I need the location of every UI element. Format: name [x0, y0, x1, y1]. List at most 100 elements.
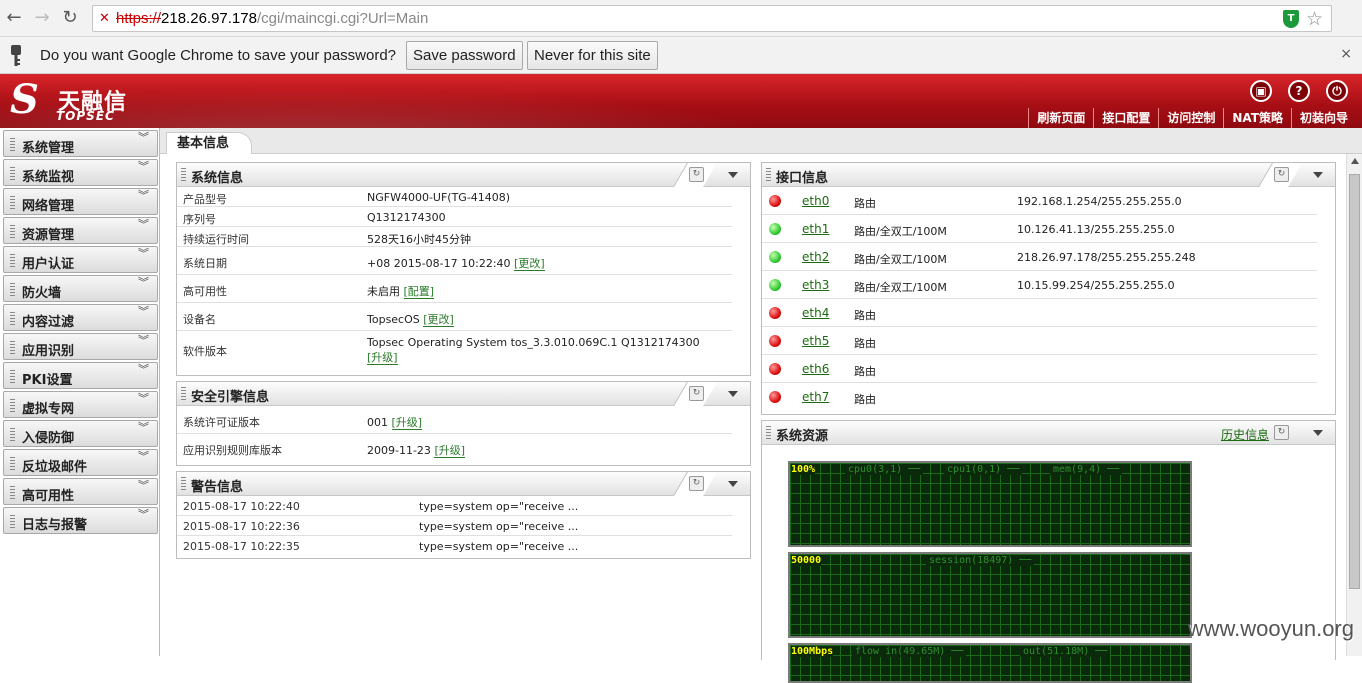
sidebar-item-label: 反垃圾邮件 — [22, 460, 88, 475]
nav-interface-config[interactable]: 接口配置 — [1093, 108, 1158, 128]
history-info-link[interactable]: 历史信息 — [1221, 426, 1269, 443]
reload-icon[interactable]: ↻ — [60, 8, 80, 28]
logo-text-en: TOPSEC — [56, 109, 115, 123]
alarm-row[interactable]: 2015-08-17 10:22:36 type=system op="recei… — [177, 516, 732, 536]
panel-header: 系统资源 历史信息 ↻ — [762, 421, 1335, 445]
upgrade-license-link[interactable]: [升级] — [391, 416, 423, 430]
table-row: 系统日期 +08 2015-08-17 10:22:40 [更改] — [177, 247, 732, 275]
help-icon[interactable]: ? — [1288, 80, 1310, 102]
back-icon[interactable]: ← — [4, 8, 24, 28]
row-value-text: TopsecOS — [367, 313, 424, 326]
interface-link[interactable]: eth7 — [802, 390, 829, 404]
extension-shield-icon[interactable]: T — [1283, 10, 1299, 28]
interface-row: eth7 路由 — [762, 383, 1317, 411]
interface-link[interactable]: eth4 — [802, 306, 829, 320]
upgrade-rules-link[interactable]: [升级] — [434, 444, 466, 458]
sidebar-item-pki-settings[interactable]: PKI设置 ︾ — [3, 362, 158, 389]
url-protocol: https:// — [116, 10, 162, 27]
interface-link[interactable]: eth1 — [802, 222, 829, 236]
graph-max-label: 50000 — [791, 555, 822, 566]
address-bar[interactable]: ✕ https://218.26.97.178/cgi/maincgi.cgi?… — [92, 5, 1332, 32]
sidebar-item-system-management[interactable]: 系统管理 ︾ — [3, 130, 158, 157]
sidebar-item-logs-alarms[interactable]: 日志与报警 ︾ — [3, 507, 158, 534]
app-header: S 天融信 TOPSEC ▣ ? ⏻ 刷新页面 接口配置 访问控制 NAT策略 … — [0, 74, 1362, 128]
interface-link[interactable]: eth2 — [802, 250, 829, 264]
alarm-rows: 2015-08-17 10:22:40 type=system op="recei… — [177, 496, 732, 556]
interface-mode: 路由/全双工/100M — [854, 225, 947, 238]
refresh-icon[interactable]: ↻ — [689, 476, 704, 491]
collapse-icon[interactable] — [728, 172, 738, 178]
refresh-icon[interactable]: ↻ — [1274, 425, 1289, 440]
row-key: 软件版本 — [183, 345, 227, 358]
sidebar-item-system-monitor[interactable]: 系统监视 ︾ — [3, 159, 158, 186]
change-device-name-link[interactable]: [更改] — [423, 313, 454, 327]
save-password-button[interactable]: Save password — [406, 41, 523, 70]
url-text[interactable]: https://218.26.97.178/cgi/maincgi.cgi?Ur… — [116, 10, 428, 27]
nav-refresh-page[interactable]: 刷新页面 — [1028, 108, 1093, 128]
collapse-icon[interactable] — [728, 481, 738, 487]
sidebar-item-network-management[interactable]: 网络管理 ︾ — [3, 188, 158, 215]
nav-access-control[interactable]: 访问控制 — [1158, 108, 1223, 128]
row-key: 序列号 — [183, 213, 216, 226]
never-save-button[interactable]: Never for this site — [527, 41, 658, 70]
collapse-icon[interactable] — [728, 391, 738, 397]
collapse-icon[interactable] — [1313, 430, 1323, 436]
refresh-icon[interactable]: ↻ — [689, 167, 704, 182]
row-value: +08 2015-08-17 10:22:40 [更改] — [367, 255, 545, 271]
chevron-down-icon: ︾ — [138, 508, 149, 521]
upgrade-software-link[interactable]: [升级] — [367, 351, 398, 365]
logout-icon[interactable]: ⏻ — [1326, 80, 1348, 102]
interface-link[interactable]: eth0 — [802, 194, 829, 208]
refresh-icon[interactable]: ↻ — [1274, 167, 1289, 182]
row-value-text: Topsec Operating System tos_3.3.010.069C… — [367, 336, 700, 349]
grip-icon — [10, 312, 15, 325]
sidebar-item-app-identification[interactable]: 应用识别 ︾ — [3, 333, 158, 360]
interface-ip: 10.15.99.254/255.255.255.0 — [1017, 279, 1175, 292]
engine-info-panel: 安全引擎信息 ↻ 系统许可证版本 001 [升级] 应用识别规则库版本 2009-1… — [176, 381, 751, 466]
configure-ha-link[interactable]: [配置] — [403, 285, 435, 299]
sidebar-item-label: 日志与报警 — [22, 518, 88, 533]
collapse-icon[interactable] — [1313, 172, 1323, 178]
nav-setup-wizard[interactable]: 初装向导 — [1290, 108, 1356, 128]
alarm-row[interactable]: 2015-08-17 10:22:40 type=system op="recei… — [177, 496, 732, 516]
tab-basic-info[interactable]: 基本信息 — [166, 132, 252, 155]
panel-title: 安全引擎信息 — [191, 390, 270, 405]
sidebar-item-anti-spam[interactable]: 反垃圾邮件 ︾ — [3, 449, 158, 476]
sidebar-item-vpn[interactable]: 虚拟专网 ︾ — [3, 391, 158, 418]
interface-link[interactable]: eth3 — [802, 278, 829, 292]
scroll-up-icon[interactable] — [1351, 158, 1359, 164]
bookmark-star-icon[interactable]: ☆ — [1306, 8, 1323, 30]
panel-header: 系统信息 ↻ — [177, 163, 750, 187]
nav-nat-policy[interactable]: NAT策略 — [1223, 108, 1291, 128]
scrollbar-thumb[interactable] — [1349, 174, 1360, 589]
cpu-mem-graph: 100% cpu0(3,1) ── cpu1(0,1) ── mem(9,4) … — [788, 461, 1192, 547]
sidebar-item-resource-management[interactable]: 资源管理 ︾ — [3, 217, 158, 244]
refresh-icon[interactable]: ↻ — [689, 386, 704, 401]
page-scrollbar[interactable] — [1346, 154, 1362, 656]
alarm-row[interactable]: 2015-08-17 10:22:35 type=system op="recei… — [177, 536, 732, 556]
close-icon[interactable]: × — [1340, 46, 1352, 62]
sidebar-item-content-filter[interactable]: 内容过滤 ︾ — [3, 304, 158, 331]
status-light-icon — [769, 251, 781, 263]
graph-grid — [790, 645, 1190, 681]
chevron-down-icon: ︾ — [138, 160, 149, 173]
change-date-link[interactable]: [更改] — [514, 257, 545, 271]
sidebar-item-high-availability[interactable]: 高可用性 ︾ — [3, 478, 158, 505]
sidebar-item-firewall[interactable]: 防火墙 ︾ — [3, 275, 158, 302]
save-icon[interactable]: ▣ — [1250, 80, 1272, 102]
interface-link[interactable]: eth6 — [802, 362, 829, 376]
status-light-icon — [769, 195, 781, 207]
forward-icon[interactable]: → — [32, 8, 52, 28]
browser-toolbar: ← → ↻ ✕ https://218.26.97.178/cgi/maincg… — [0, 0, 1362, 37]
interface-info-panel: 接口信息 ↻ eth0 路由 192.168.1.254/255.255.255.0… — [761, 162, 1336, 415]
grip-icon — [10, 167, 15, 180]
system-info-panel: 系统信息 ↻ 产品型号 NGFW4000-UF(TG-41408) 序列号 Q131… — [176, 162, 751, 376]
interface-link[interactable]: eth5 — [802, 334, 829, 348]
status-light-icon — [769, 335, 781, 347]
table-row: 高可用性 未启用 [配置] — [177, 275, 732, 303]
save-password-infobar: Do you want Google Chrome to save your p… — [0, 37, 1362, 74]
graph-grid — [790, 554, 1190, 636]
sidebar-item-user-auth[interactable]: 用户认证 ︾ — [3, 246, 158, 273]
sidebar-item-intrusion-prevention[interactable]: 入侵防御 ︾ — [3, 420, 158, 447]
interface-mode: 路由/全双工/100M — [854, 281, 947, 294]
